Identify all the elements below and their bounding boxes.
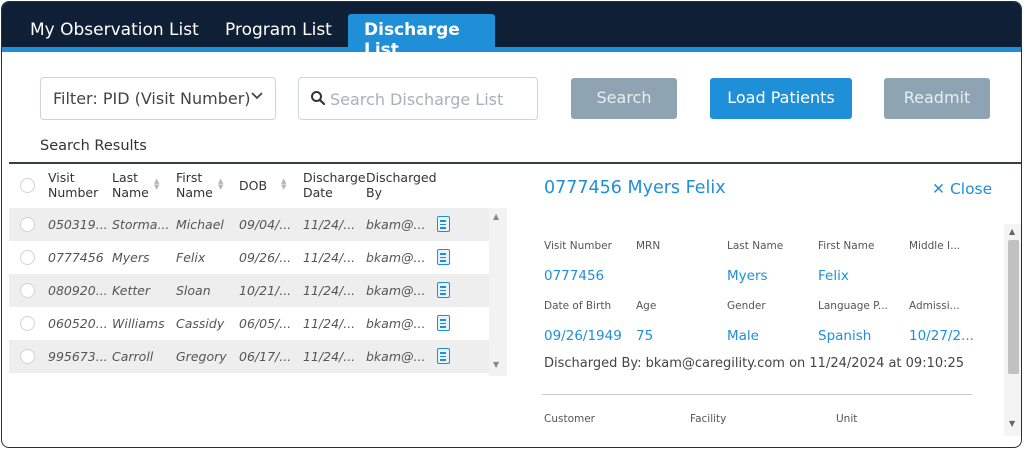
table-row[interactable]: 0777456 Myers Felix 09/26/... 11/24/... … [9, 241, 507, 274]
label-visit-number: Visit Number [544, 240, 612, 252]
document-icon[interactable] [437, 348, 450, 364]
label-gender: Gender [727, 300, 766, 312]
label-unit: Unit [836, 413, 858, 425]
search-icon [310, 90, 326, 106]
table-row[interactable]: 060520... Williams Cassidy 06/05/... 11/… [9, 307, 507, 340]
table-header: Visit Number Last Name ▲ ▼ First Name ▲ ▼ … [9, 164, 507, 208]
tab-discharge-list[interactable]: Discharge List [348, 14, 495, 60]
row-checkbox[interactable] [20, 250, 35, 265]
column-header-discharged-by[interactable]: Discharged By [366, 170, 437, 200]
row-checkbox[interactable] [20, 283, 35, 298]
filter-label: Filter: PID (Visit Number) [53, 89, 251, 108]
table-row[interactable]: 995673... Carroll Gregory 06/17/... 11/2… [9, 340, 507, 373]
value-first-name: Felix [818, 268, 849, 284]
label-admission: Admissi... [909, 300, 960, 312]
discharged-by-text: Discharged By: bkam@caregility.com on 11… [544, 356, 965, 371]
label-first-name: First Name [818, 240, 875, 252]
value-language: Spanish [818, 328, 872, 344]
patient-detail-title[interactable]: 0777456 Myers Felix [544, 178, 726, 198]
divider [542, 394, 972, 395]
load-patients-button[interactable]: Load Patients [710, 78, 852, 119]
select-all-checkbox[interactable] [20, 178, 35, 193]
table-scrollbar[interactable]: ▲ ▼ [489, 208, 507, 376]
column-header-discharge-date[interactable]: Discharge Date [303, 170, 366, 200]
search-button[interactable]: Search [571, 78, 677, 119]
sort-icon[interactable]: ▲ ▼ [154, 178, 159, 191]
scroll-down-icon[interactable]: ▼ [1009, 419, 1015, 428]
label-facility: Facility [690, 413, 727, 425]
value-gender: Male [727, 328, 759, 344]
scroll-down-icon[interactable]: ▼ [493, 360, 499, 369]
search-input[interactable] [330, 87, 530, 111]
row-checkbox[interactable] [20, 316, 35, 331]
sort-icon[interactable]: ▲ ▼ [281, 178, 286, 191]
label-age: Age [636, 300, 657, 312]
value-last-name: Myers [727, 268, 768, 284]
chevron-down-icon [251, 89, 263, 104]
close-button[interactable]: ✕ Close [932, 180, 992, 198]
close-icon: ✕ [932, 180, 945, 198]
label-last-name: Last Name [727, 240, 784, 252]
tab-my-observation-list[interactable]: My Observation List [16, 14, 213, 47]
column-header-visit-number[interactable]: Visit Number [48, 170, 98, 200]
search-results-label: Search Results [40, 138, 147, 154]
document-icon[interactable] [437, 216, 450, 232]
value-visit-number: 0777456 [544, 268, 605, 284]
document-icon[interactable] [437, 282, 450, 298]
scroll-up-icon[interactable]: ▲ [1009, 227, 1015, 236]
value-age: 75 [636, 328, 654, 344]
value-date-of-birth: 09/26/1949 [544, 328, 622, 344]
column-header-first-name[interactable]: First Name [176, 170, 213, 200]
table-row[interactable]: 080920... Ketter Sloan 10/21/... 11/24/.… [9, 274, 507, 307]
close-label: Close [949, 180, 993, 198]
value-admission: 10/27/2... [909, 328, 974, 344]
scroll-up-icon[interactable]: ▲ [493, 212, 499, 221]
search-field[interactable] [298, 77, 538, 120]
label-customer: Customer [544, 413, 596, 425]
label-date-of-birth: Date of Birth [544, 300, 612, 312]
column-header-last-name[interactable]: Last Name [112, 170, 149, 200]
label-mrn: MRN [636, 240, 661, 252]
app-window: My Observation List Program List Dischar… [1, 1, 1022, 448]
label-middle-initial: Middle I... [909, 240, 961, 252]
column-header-dob[interactable]: DOB [239, 178, 267, 193]
tab-program-list[interactable]: Program List [211, 14, 346, 47]
readmit-button[interactable]: Readmit [884, 78, 990, 119]
sort-icon[interactable]: ▲ ▼ [218, 178, 223, 191]
detail-scrollbar[interactable]: ▲ ▼ [1004, 224, 1021, 436]
scrollbar-thumb[interactable] [1008, 240, 1019, 374]
tab-bar: My Observation List Program List Dischar… [2, 2, 1021, 60]
table-row[interactable]: 050319... Storma... Michael 09/04/... 11… [9, 208, 507, 241]
label-language: Language P... [818, 300, 888, 312]
document-icon[interactable] [437, 249, 450, 265]
filter-dropdown[interactable]: Filter: PID (Visit Number) [40, 77, 276, 120]
row-checkbox[interactable] [20, 217, 35, 232]
results-table: Visit Number Last Name ▲ ▼ First Name ▲ ▼ … [9, 164, 507, 376]
document-icon[interactable] [437, 315, 450, 331]
row-checkbox[interactable] [20, 349, 35, 364]
